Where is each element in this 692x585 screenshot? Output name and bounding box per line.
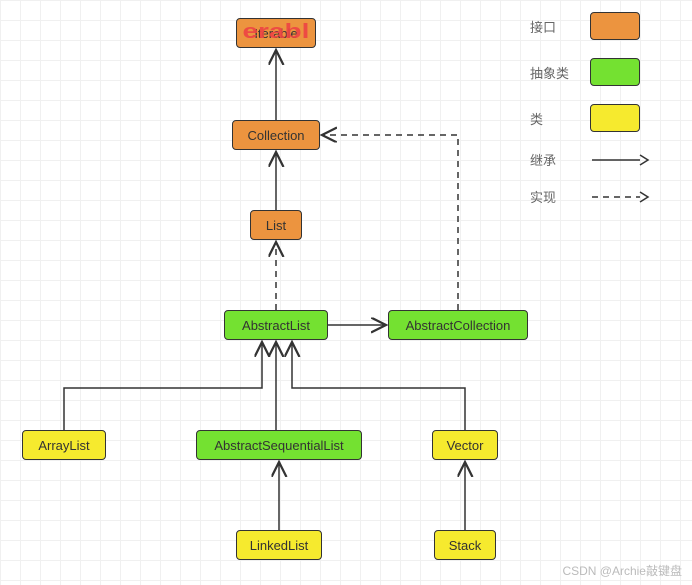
legend-swatch-interface: [590, 12, 640, 40]
node-linked-list: LinkedList: [236, 530, 322, 560]
legend: 接口 抽象类 类 继承 实现: [530, 12, 680, 224]
node-iterable: Iterable: [236, 18, 316, 48]
node-array-list: ArrayList: [22, 430, 106, 460]
node-abstract-sequential-list: AbstractSequentialList: [196, 430, 362, 460]
legend-line-dashed: [590, 188, 650, 206]
legend-label-interface: 接口: [530, 17, 574, 36]
legend-swatch-class: [590, 104, 640, 132]
legend-row-implement: 实现: [530, 187, 680, 206]
legend-label-implement: 实现: [530, 187, 574, 206]
legend-label-class: 类: [530, 109, 574, 128]
legend-row-interface: 接口: [530, 12, 680, 40]
legend-swatch-abstract: [590, 58, 640, 86]
legend-label-inherit: 继承: [530, 150, 574, 169]
legend-label-abstract: 抽象类: [530, 63, 574, 82]
node-stack: Stack: [434, 530, 496, 560]
node-collection: Collection: [232, 120, 320, 150]
watermark: CSDN @Archie敲键盘: [562, 562, 682, 579]
legend-row-class: 类: [530, 104, 680, 132]
legend-row-abstract: 抽象类: [530, 58, 680, 86]
node-abstract-list: AbstractList: [224, 310, 328, 340]
legend-line-solid: [590, 151, 650, 169]
node-vector: Vector: [432, 430, 498, 460]
legend-row-inherit: 继承: [530, 150, 680, 169]
node-abstract-collection: AbstractCollection: [388, 310, 528, 340]
node-list: List: [250, 210, 302, 240]
